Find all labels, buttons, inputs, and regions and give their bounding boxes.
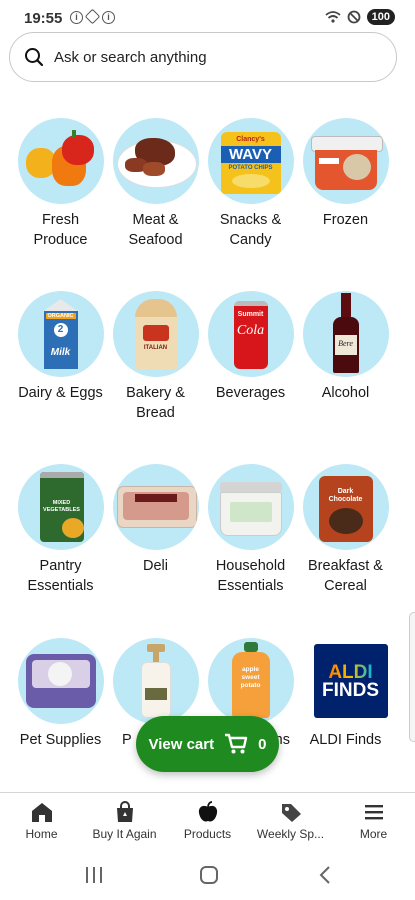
bread-name-text: ITALIAN <box>143 345 168 351</box>
chips-name-text: WAVY <box>220 146 281 163</box>
pantry-essentials-image: MIXED VEGETABLES <box>17 464 104 550</box>
category-label: Dairy & Eggs <box>18 385 103 401</box>
notification-icon <box>84 8 101 25</box>
cola-name-text: Cola <box>236 323 265 338</box>
category-meat-seafood[interactable]: Meat & Seafood <box>108 118 203 250</box>
milk-name-text: Milk <box>50 347 71 358</box>
fresh-produce-image <box>17 118 104 204</box>
info-outline-icon: i <box>102 11 115 24</box>
nav-more[interactable]: More <box>332 793 415 849</box>
nav-label: More <box>359 827 388 841</box>
battery-indicator: 100 <box>366 9 395 25</box>
search-icon <box>25 48 44 67</box>
view-cart-label: View cart <box>148 735 215 753</box>
pet-supplies-image <box>17 638 104 724</box>
category-household-essentials[interactable]: Household Essentials <box>203 464 298 596</box>
cart-icon <box>225 733 248 754</box>
cola-brand-text: Summit <box>237 311 264 318</box>
category-label: Meat & Seafood <box>128 212 183 248</box>
aldi-finds-logo: ALDI FINDS <box>303 638 389 724</box>
category-alcohol[interactable]: Bere Alcohol <box>298 291 393 403</box>
wine-name-text: Bere <box>338 339 353 348</box>
nav-products[interactable]: Products <box>166 793 249 849</box>
category-frozen[interactable]: Frozen <box>298 118 393 230</box>
category-deli[interactable]: Deli <box>108 464 203 576</box>
beverages-image: Summit Cola <box>207 291 294 377</box>
category-aldi-finds[interactable]: ALDI FINDS ALDI Finds <box>298 638 393 750</box>
edge-panel-handle[interactable] <box>409 612 415 742</box>
category-snacks-candy[interactable]: Clancy's WAVY POTATO CHIPS Snacks & Cand… <box>203 118 298 250</box>
snacks-candy-image: Clancy's WAVY POTATO CHIPS <box>207 118 294 204</box>
apple-icon <box>198 801 217 822</box>
category-pet-supplies[interactable]: Pet Supplies <box>13 638 108 750</box>
frozen-image <box>302 118 389 204</box>
nav-label: Buy It Again <box>92 827 157 841</box>
category-pantry-essentials[interactable]: MIXED VEGETABLES Pantry Essentials <box>13 464 108 596</box>
back-icon[interactable] <box>318 865 332 885</box>
cereal-name-text: Dark Chocolate <box>328 488 363 503</box>
nav-label: Weekly Sp... <box>256 827 325 841</box>
do-not-disturb-icon <box>347 10 361 24</box>
household-essentials-image <box>207 464 294 550</box>
category-label: Frozen <box>322 212 369 228</box>
category-beverages[interactable]: Summit Cola Beverages <box>203 291 298 403</box>
baby-food-text: apple sweet potato <box>240 666 261 689</box>
system-navigation-bar <box>0 848 415 900</box>
meat-seafood-image <box>112 118 199 204</box>
soap-image <box>112 638 199 724</box>
category-dairy-eggs[interactable]: ORGANIC 2 Milk Dairy & Eggs <box>13 291 108 403</box>
category-label: ALDI Finds <box>309 732 382 748</box>
view-cart-button[interactable]: View cart 0 <box>136 716 279 772</box>
category-label: Pet Supplies <box>19 732 102 748</box>
category-label: Snacks & Candy <box>219 212 282 248</box>
category-label: Alcohol <box>321 385 370 401</box>
category-bakery-bread[interactable]: ITALIAN Bakery & Bread <box>108 291 203 423</box>
info-icon: i <box>70 11 83 24</box>
can-name-text: MIXED VEGETABLES <box>43 500 80 513</box>
category-fresh-produce[interactable]: Fresh Produce <box>13 118 108 250</box>
category-label: Breakfast & Cereal <box>308 558 383 594</box>
dairy-eggs-image: ORGANIC 2 Milk <box>17 291 104 377</box>
nav-label: Products <box>183 827 232 841</box>
cart-count: 0 <box>258 735 267 753</box>
nav-home[interactable]: Home <box>0 793 83 849</box>
home-icon <box>31 803 52 822</box>
chips-brand-text: Clancy's <box>236 136 265 143</box>
bakery-bread-image: ITALIAN <box>112 291 199 377</box>
category-label: Household Essentials <box>215 558 286 594</box>
breakfast-cereal-image: Dark Chocolate <box>302 464 389 550</box>
category-label: Bakery & Bread <box>126 385 185 421</box>
search-input[interactable]: Ask or search anything <box>9 32 397 82</box>
price-tag-icon <box>281 804 301 822</box>
status-time: 19:55 <box>24 10 63 27</box>
search-placeholder: Ask or search anything <box>54 48 207 66</box>
nav-buy-it-again[interactable]: Buy It Again <box>83 793 166 849</box>
home-button-icon[interactable] <box>199 865 219 885</box>
bottom-navigation: Home Buy It Again Products Weekly Sp... … <box>0 792 415 849</box>
alcohol-image: Bere <box>302 291 389 377</box>
shopping-bag-icon <box>116 801 133 822</box>
nav-label: Home <box>25 827 58 841</box>
category-label: Pantry Essentials <box>27 558 94 594</box>
menu-icon <box>364 805 383 820</box>
status-bar: 19:55 i i 100 <box>0 0 415 36</box>
category-label: Beverages <box>215 385 286 401</box>
deli-image <box>112 464 199 550</box>
category-label: Fresh Produce <box>33 212 88 248</box>
nav-weekly-specials[interactable]: Weekly Sp... <box>249 793 332 849</box>
baby-food-image: apple sweet potato <box>207 638 294 724</box>
category-label: Deli <box>143 558 168 574</box>
wifi-icon <box>325 11 341 23</box>
chips-sub-text: POTATO CHIPS <box>228 165 273 171</box>
recent-apps-icon[interactable] <box>84 866 104 884</box>
aldi-finds-logo-text: ALDI FINDS <box>322 662 379 701</box>
milk-brand-text: ORGANIC <box>45 313 76 319</box>
category-breakfast-cereal[interactable]: Dark Chocolate Breakfast & Cereal <box>298 464 393 596</box>
